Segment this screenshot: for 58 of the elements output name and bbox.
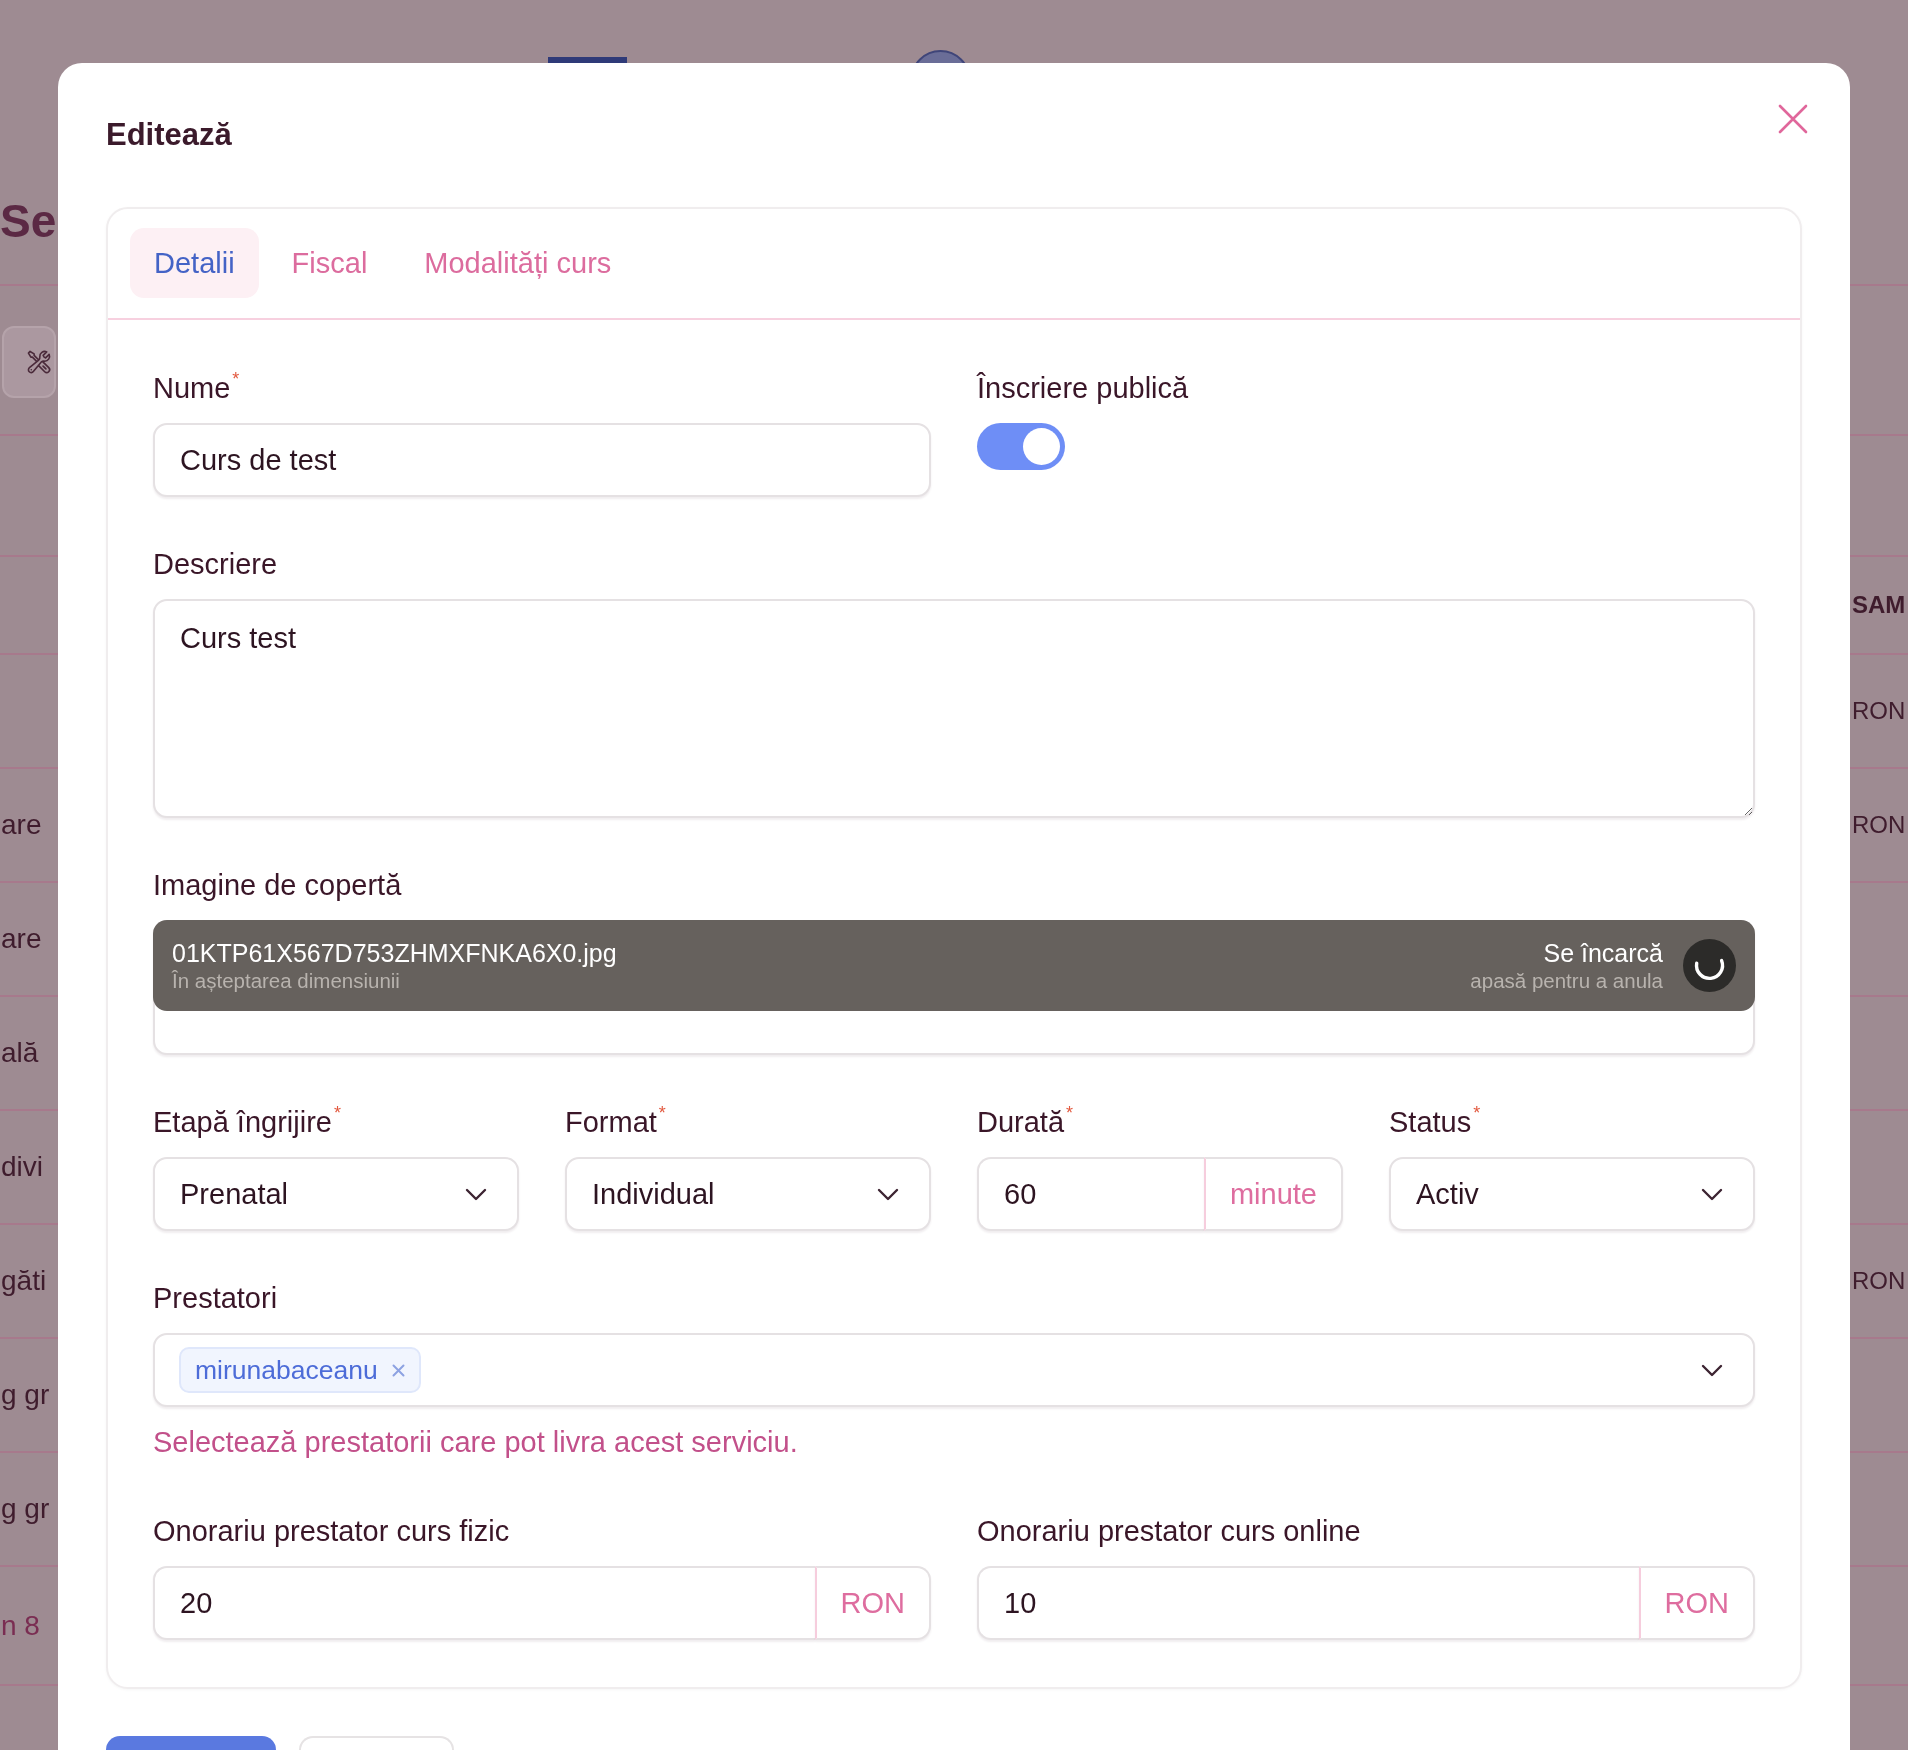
row-label: are — [1, 808, 42, 842]
field-label: Imagine de copertă — [153, 868, 402, 902]
tools-icon — [26, 349, 52, 375]
currency-addon: RON — [1638, 1566, 1755, 1640]
logo-icon — [548, 57, 627, 63]
field-label: Status$^{*}$ — [1389, 1105, 1481, 1139]
spinner-icon — [1683, 939, 1736, 992]
name-input[interactable]: Curs de test — [153, 423, 931, 497]
dialog-title: Editează — [106, 116, 232, 154]
field-label: Prestatori — [153, 1281, 278, 1315]
number-input[interactable]: 20 — [153, 1566, 815, 1640]
file-detail: În așteptarea dimensiunii — [172, 968, 400, 993]
image-dropzone[interactable]: 01KTP61X567D753ZHMXFNKA6X0.jpg În așteptarea dimensiunii Se încarcă apasă pentru a anula — [153, 920, 1755, 1055]
cancel-hint: apasă pentru a anula — [1470, 968, 1663, 993]
tab[interactable]: Detalii — [130, 228, 259, 298]
footer-text: n 8 — [1, 1608, 40, 1643]
chevron-down-icon — [1701, 1187, 1723, 1201]
select-field[interactable]: Individual — [565, 1157, 931, 1231]
field-label: Descriere — [153, 547, 278, 581]
price-text: RON — [1852, 1266, 1906, 1296]
description-textarea[interactable]: Curs test — [153, 599, 1755, 818]
chevron-down-icon — [465, 1187, 487, 1201]
page-heading: Se — [0, 194, 57, 249]
primary-button[interactable] — [106, 1736, 276, 1750]
field-label: Onorariu prestator curs fizic — [153, 1514, 510, 1548]
currency-addon: RON — [814, 1566, 931, 1640]
remove-icon[interactable] — [391, 1363, 405, 1377]
column-header: SAM — [1852, 590, 1906, 620]
help-text: Selectează prestatorii care pot livra acest serviciu. — [153, 1425, 798, 1459]
chevron-down-icon — [1701, 1363, 1723, 1377]
unit-addon: minute — [1203, 1157, 1343, 1231]
field-label: Înscriere publică — [977, 371, 1189, 405]
field-label: Nume$^{*}$ — [153, 371, 240, 405]
upload-item[interactable]: 01KTP61X567D753ZHMXFNKA6X0.jpg În așteptarea dimensiunii Se încarcă apasă pentru a anula — [153, 920, 1755, 1011]
row-label: găti — [1, 1264, 47, 1298]
field-label: Etapă îngrijire$^{*}$ — [153, 1105, 341, 1139]
toggle-switch[interactable] — [977, 423, 1065, 470]
price-text: RON — [1852, 810, 1906, 840]
price-text: RON — [1852, 696, 1906, 726]
tools-button[interactable] — [2, 326, 56, 398]
select-field[interactable]: Activ — [1389, 1157, 1755, 1231]
provider-tag[interactable]: mirunabaceanu — [179, 1347, 421, 1393]
row-label: divi — [1, 1150, 43, 1184]
upload-status: Se încarcă — [1543, 938, 1663, 968]
row-label: g gr — [1, 1378, 50, 1412]
providers-select[interactable]: mirunabaceanu — [153, 1333, 1755, 1407]
field-label: Durată$^{*}$ — [977, 1105, 1074, 1139]
select-field[interactable]: Prenatal — [153, 1157, 519, 1231]
row-label: are — [1, 922, 42, 956]
close-icon — [1778, 104, 1808, 134]
row-label: ală — [1, 1036, 39, 1070]
field-label: Onorariu prestator curs online — [977, 1514, 1361, 1548]
number-input[interactable]: 10 — [977, 1566, 1639, 1640]
chevron-down-icon — [877, 1187, 899, 1201]
file-name: 01KTP61X567D753ZHMXFNKA6X0.jpg — [172, 938, 617, 968]
number-input[interactable]: 60 — [977, 1157, 1204, 1231]
field-label: Format$^{*}$ — [565, 1105, 666, 1139]
row-label: g gr — [1, 1492, 50, 1526]
